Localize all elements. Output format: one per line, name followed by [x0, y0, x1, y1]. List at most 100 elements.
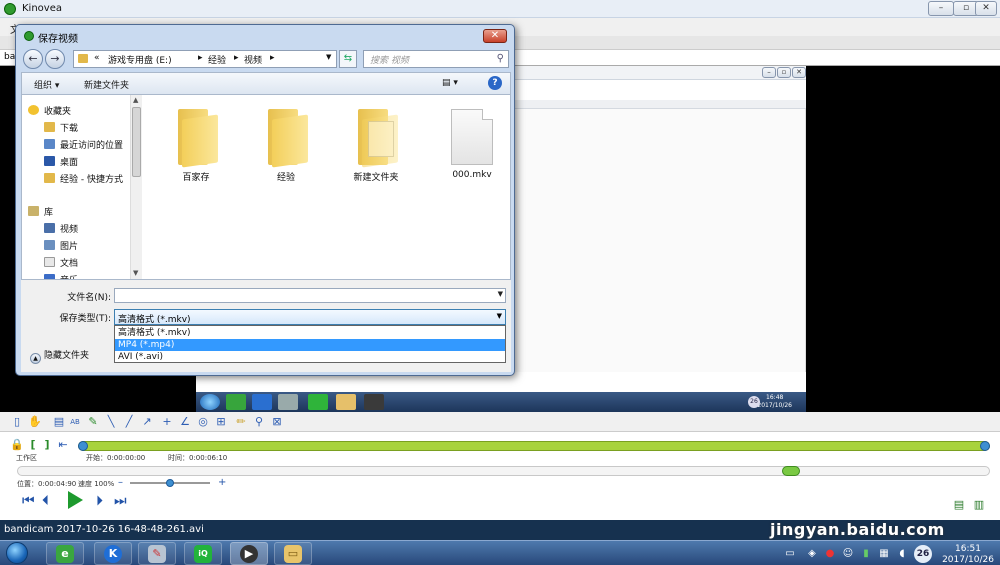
- last-frame-icon[interactable]: ⏭: [114, 492, 127, 510]
- breadcrumb-drive[interactable]: 游戏专用盘 (E:): [108, 53, 172, 66]
- address-dropdown-icon[interactable]: ▼: [326, 53, 331, 61]
- filetype-option-mp4[interactable]: MP4 (*.mp4): [115, 339, 505, 351]
- nav-documents[interactable]: 文档: [44, 256, 78, 269]
- filename-input[interactable]: ▼: [114, 288, 506, 303]
- breadcrumb-video[interactable]: 视频: [244, 53, 262, 66]
- taskbar-player-button[interactable]: ▶: [230, 542, 268, 565]
- taskbar-iqiyi-button[interactable]: iQ: [184, 542, 222, 565]
- angle-tool-icon[interactable]: ∠: [178, 415, 192, 429]
- nav-desktop[interactable]: 桌面: [44, 155, 78, 168]
- scroll-up-icon[interactable]: ▲: [133, 96, 138, 104]
- hand-tool-icon[interactable]: ✋: [28, 415, 42, 429]
- filetype-option-avi[interactable]: AVI (*.avi): [115, 351, 505, 363]
- save-video-icon[interactable]: ▤: [952, 498, 966, 512]
- frames-tracker[interactable]: [17, 466, 990, 476]
- network-icon[interactable]: ▦: [878, 548, 890, 560]
- security-icon[interactable]: ●: [824, 548, 836, 560]
- previous-frame-icon[interactable]: ⏴: [42, 492, 49, 510]
- minimize-button[interactable]: –: [928, 1, 954, 16]
- nav-downloads[interactable]: 下载: [44, 121, 78, 134]
- hide-folders-toggle[interactable]: ▲ 隐藏文件夹: [30, 348, 89, 364]
- set-start-icon[interactable]: [: [26, 438, 40, 452]
- taskbar-kinovea-button[interactable]: K: [94, 542, 132, 565]
- cross-marker-icon[interactable]: +: [160, 415, 174, 429]
- ruler-tool-icon[interactable]: ╱: [122, 415, 136, 429]
- workzone-bar[interactable]: [78, 441, 990, 451]
- pencil-tool-icon[interactable]: ✎: [86, 415, 100, 429]
- new-folder-button[interactable]: 新建文件夹: [84, 78, 129, 91]
- system-tray: ▭ ◈ ● ☺ ▮ ▦ ◖ 26 16:51 2017/10/26: [780, 543, 1000, 565]
- workzone-start-handle[interactable]: [78, 441, 88, 451]
- speed-increase-icon[interactable]: +: [218, 477, 226, 488]
- filetype-select[interactable]: 高清格式 (*.mkv) ▼: [114, 309, 506, 325]
- forward-button[interactable]: →: [45, 49, 65, 69]
- volume-icon[interactable]: ◖: [896, 548, 908, 560]
- new-document-icon[interactable]: ▯: [10, 415, 24, 429]
- taskbar-paint-button[interactable]: ✎: [138, 542, 176, 565]
- circle-tool-icon[interactable]: ◎: [196, 415, 210, 429]
- search-input[interactable]: 搜索 视频 ⚲: [363, 50, 509, 68]
- file-item-folder[interactable]: 百家存: [156, 109, 236, 183]
- first-frame-icon[interactable]: ⏮: [22, 492, 35, 510]
- scrollbar-thumb[interactable]: [132, 107, 141, 177]
- save-image-icon[interactable]: ▥: [972, 498, 986, 512]
- close-button[interactable]: ✕: [975, 1, 997, 16]
- breadcrumb-overflow[interactable]: «: [94, 53, 100, 63]
- nav-videos[interactable]: 视频: [44, 222, 78, 235]
- kinovea-app-icon: [4, 3, 16, 15]
- speed-decrease-icon[interactable]: –: [118, 477, 123, 488]
- breadcrumb-separator[interactable]: ▸: [198, 53, 203, 63]
- file-item-folder[interactable]: 新建文件夹: [336, 109, 416, 183]
- nav-recent-places[interactable]: 最近访问的位置: [44, 138, 123, 151]
- nav-music[interactable]: 音乐: [44, 273, 78, 279]
- file-item-folder[interactable]: 经验: [246, 109, 326, 183]
- help-icon[interactable]: ?: [488, 76, 502, 90]
- chevron-down-icon[interactable]: ▼: [497, 312, 502, 320]
- next-frame-icon[interactable]: ⏵: [96, 492, 103, 510]
- view-options-icon[interactable]: ▤ ▾: [442, 78, 458, 88]
- highlighter-tool-icon[interactable]: ✏: [234, 415, 248, 429]
- back-button[interactable]: ←: [23, 49, 43, 69]
- speed-slider[interactable]: [130, 479, 210, 487]
- key-image-icon[interactable]: ▤: [52, 415, 66, 429]
- shield-icon[interactable]: ◈: [806, 548, 818, 560]
- label-tool-icon[interactable]: AB: [68, 415, 82, 429]
- calendar-date-badge[interactable]: 26: [914, 545, 932, 563]
- grid-tool-icon[interactable]: ⊞: [214, 415, 228, 429]
- refresh-button[interactable]: ⇆: [339, 50, 357, 68]
- set-end-icon[interactable]: ]: [40, 438, 54, 452]
- scroll-down-icon[interactable]: ▼: [133, 269, 138, 277]
- line-tool-icon[interactable]: ╲: [104, 415, 118, 429]
- nav-shortcut[interactable]: 经验 - 快捷方式: [44, 172, 123, 185]
- arrow-tool-icon[interactable]: ↗: [140, 415, 154, 429]
- navigation-scrollbar[interactable]: ▲ ▼: [130, 95, 142, 279]
- workzone-end-handle[interactable]: [980, 441, 990, 451]
- breadcrumb-separator[interactable]: ▸: [270, 53, 275, 63]
- dialog-close-button[interactable]: ✕: [483, 29, 507, 43]
- nav-pictures[interactable]: 图片: [44, 239, 78, 252]
- playhead-cursor[interactable]: [782, 466, 800, 476]
- taskbar-ie-button[interactable]: e: [46, 542, 84, 565]
- magnifier-tool-icon[interactable]: ⚲: [252, 415, 266, 429]
- organize-button[interactable]: 组织 ▾: [34, 78, 59, 91]
- breadcrumb-jingyan[interactable]: 经验: [208, 53, 226, 66]
- speed-slider-knob[interactable]: [166, 479, 174, 487]
- play-icon[interactable]: [68, 491, 83, 509]
- nav-favorites[interactable]: 收藏夹: [28, 104, 71, 117]
- address-bar[interactable]: « 游戏专用盘 (E:) ▸ 经验 ▸ 视频 ▸ ▼: [73, 50, 337, 68]
- stopwatch-tool-icon[interactable]: ⊠: [270, 415, 284, 429]
- lock-icon[interactable]: 🔒: [10, 438, 24, 452]
- update-icon[interactable]: ▮: [860, 548, 872, 560]
- chevron-down-icon[interactable]: ▼: [498, 290, 503, 298]
- taskbar-explorer-button[interactable]: ▭: [274, 542, 312, 565]
- nav-item-label: 库: [44, 208, 54, 218]
- start-button[interactable]: [6, 542, 28, 564]
- reset-workzone-icon[interactable]: ⇤: [56, 438, 70, 452]
- qq-penguin-icon[interactable]: ☺: [842, 548, 854, 560]
- file-item-video[interactable]: 000.mkv: [432, 109, 512, 180]
- breadcrumb-separator[interactable]: ▸: [234, 53, 239, 63]
- nav-libraries[interactable]: 库: [28, 205, 53, 218]
- keyboard-icon[interactable]: ▭: [784, 548, 796, 560]
- system-clock[interactable]: 16:51 2017/10/26: [940, 544, 996, 565]
- filetype-option-mkv[interactable]: 高清格式 (*.mkv): [115, 327, 505, 339]
